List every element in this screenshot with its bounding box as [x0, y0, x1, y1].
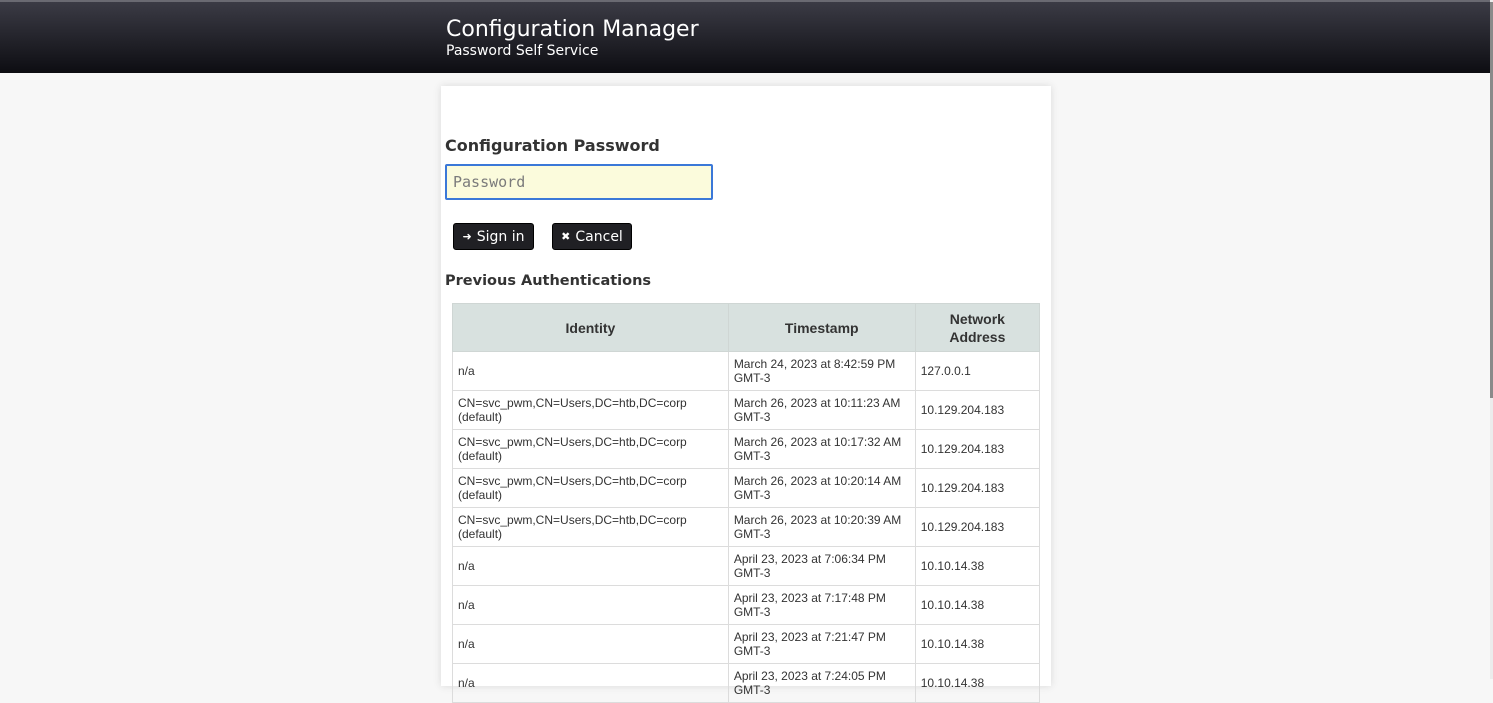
- timestamp-cell: March 24, 2023 at 8:42:59 PM GMT-3: [727, 351, 916, 391]
- column-header-network-address: Network Address: [914, 303, 1041, 352]
- table-row: n/a April 23, 2023 at 7:06:34 PM GMT-3 10.…: [452, 546, 1041, 586]
- identity-cell: n/a: [452, 546, 729, 586]
- app-subtitle: Password Self Service: [446, 43, 599, 59]
- table-row: n/a March 24, 2023 at 8:42:59 PM GMT-3 127…: [452, 351, 1041, 391]
- app-title: Configuration Manager: [446, 17, 699, 42]
- sign-in-button[interactable]: ➜ Sign in: [453, 223, 534, 250]
- page-header: Configuration Manager Password Self Serv…: [0, 2, 1490, 73]
- table-row: n/a April 23, 2023 at 7:17:48 PM GMT-3 10.…: [452, 585, 1041, 625]
- close-icon: ✖: [561, 230, 571, 243]
- network-address-cell: 10.129.204.183: [914, 507, 1041, 547]
- cancel-label: Cancel: [575, 228, 623, 245]
- timestamp-cell: March 26, 2023 at 10:20:14 AM GMT-3: [727, 468, 916, 508]
- table-row: CN=svc_pwm,CN=Users,DC=htb,DC=corp (defa…: [452, 507, 1041, 547]
- identity-cell: n/a: [452, 351, 729, 391]
- identity-cell: n/a: [452, 585, 729, 625]
- identity-cell: CN=svc_pwm,CN=Users,DC=htb,DC=corp (defa…: [452, 507, 729, 547]
- timestamp-cell: April 23, 2023 at 7:24:05 PM GMT-3: [727, 663, 916, 703]
- timestamp-cell: March 26, 2023 at 10:20:39 AM GMT-3: [727, 507, 916, 547]
- column-header-identity: Identity: [452, 303, 729, 352]
- previous-authentications-table: Identity Timestamp Network Address n/a Ma…: [452, 303, 1041, 703]
- timestamp-cell: April 23, 2023 at 7:21:47 PM GMT-3: [727, 624, 916, 664]
- network-address-cell: 10.10.14.38: [914, 585, 1041, 625]
- network-address-cell: 10.129.204.183: [914, 468, 1041, 508]
- table-row: CN=svc_pwm,CN=Users,DC=htb,DC=corp (defa…: [452, 429, 1041, 469]
- identity-cell: CN=svc_pwm,CN=Users,DC=htb,DC=corp (defa…: [452, 468, 729, 508]
- password-label: Configuration Password: [445, 136, 660, 155]
- table-row: n/a April 23, 2023 at 7:21:47 PM GMT-3 10.…: [452, 624, 1041, 664]
- timestamp-cell: April 23, 2023 at 7:06:34 PM GMT-3: [727, 546, 916, 586]
- table-row: CN=svc_pwm,CN=Users,DC=htb,DC=corp (defa…: [452, 390, 1041, 430]
- password-input[interactable]: [445, 164, 713, 200]
- table-row: n/a April 23, 2023 at 7:24:05 PM GMT-3 10.…: [452, 663, 1041, 703]
- identity-cell: CN=svc_pwm,CN=Users,DC=htb,DC=corp (defa…: [452, 390, 729, 430]
- sign-in-icon: ➜: [462, 230, 472, 243]
- table-header-row: Identity Timestamp Network Address: [452, 303, 1041, 352]
- sign-in-label: Sign in: [476, 228, 525, 245]
- identity-cell: n/a: [452, 663, 729, 703]
- network-address-cell: 10.129.204.183: [914, 390, 1041, 430]
- cancel-button[interactable]: ✖ Cancel: [552, 223, 632, 250]
- timestamp-cell: March 26, 2023 at 10:11:23 AM GMT-3: [727, 390, 916, 430]
- login-panel: Configuration Password ➜ Sign in ✖ Cance…: [441, 86, 1051, 703]
- network-address-cell: 10.10.14.38: [914, 663, 1041, 703]
- timestamp-cell: April 23, 2023 at 7:17:48 PM GMT-3: [727, 585, 916, 625]
- network-address-cell: 127.0.0.1: [914, 351, 1041, 391]
- previous-authentications-heading: Previous Authentications: [445, 273, 652, 289]
- network-address-cell: 10.10.14.38: [914, 624, 1041, 664]
- timestamp-cell: March 26, 2023 at 10:17:32 AM GMT-3: [727, 429, 916, 469]
- identity-cell: CN=svc_pwm,CN=Users,DC=htb,DC=corp (defa…: [452, 429, 729, 469]
- network-address-cell: 10.129.204.183: [914, 429, 1041, 469]
- network-address-cell: 10.10.14.38: [914, 546, 1041, 586]
- identity-cell: n/a: [452, 624, 729, 664]
- table-row: CN=svc_pwm,CN=Users,DC=htb,DC=corp (defa…: [452, 468, 1041, 508]
- column-header-timestamp: Timestamp: [727, 303, 916, 352]
